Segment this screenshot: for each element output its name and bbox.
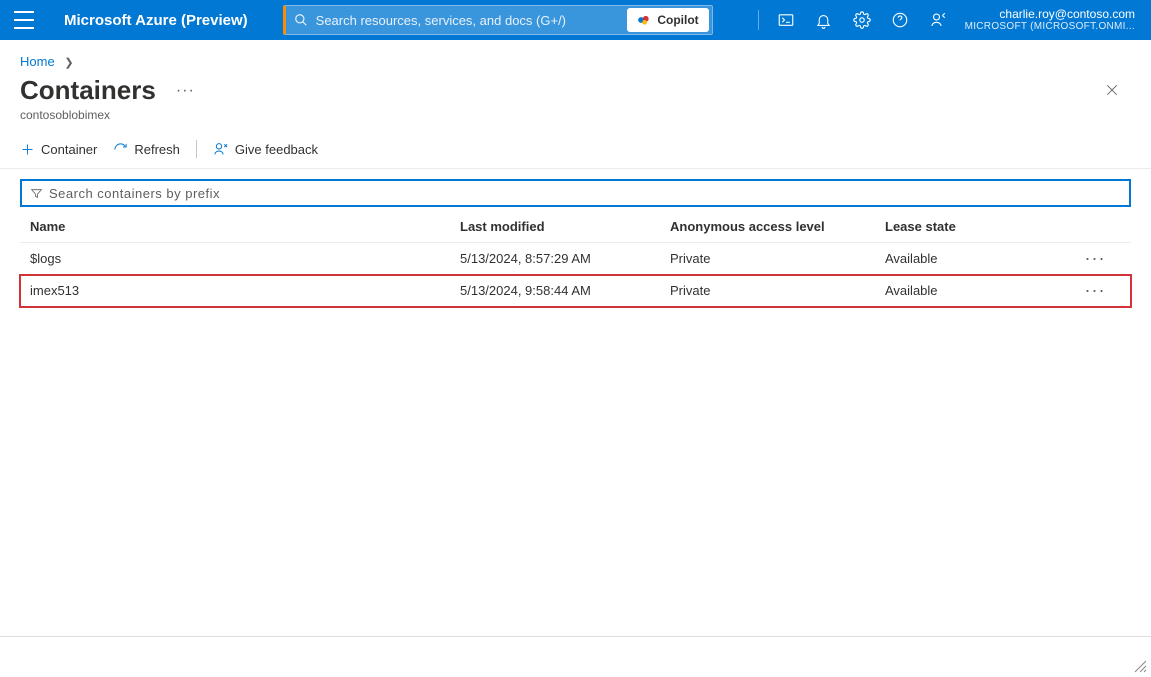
resize-handle-icon[interactable] (1133, 659, 1147, 673)
toolbar: Container Refresh Give feedback (0, 134, 1151, 169)
notifications-icon[interactable] (805, 0, 843, 40)
header-icons: charlie.roy@contoso.com MICROSOFT (MICRO… (750, 0, 1137, 40)
col-access[interactable]: Anonymous access level (670, 219, 885, 234)
breadcrumb: Home ❯ (0, 40, 1151, 75)
settings-icon[interactable] (843, 0, 881, 40)
feedback-icon[interactable] (919, 0, 957, 40)
give-feedback-label: Give feedback (235, 142, 318, 157)
breadcrumb-home[interactable]: Home (20, 54, 55, 69)
col-name[interactable]: Name (30, 219, 460, 234)
title-row: Containers ··· (0, 75, 1151, 106)
table-header: Name Last modified Anonymous access leve… (20, 211, 1131, 243)
table-row[interactable]: imex5135/13/2024, 9:58:44 AMPrivateAvail… (20, 275, 1131, 307)
give-feedback-button[interactable]: Give feedback (213, 141, 318, 157)
cell-last-modified: 5/13/2024, 8:57:29 AM (460, 251, 670, 266)
col-lease[interactable]: Lease state (885, 219, 1065, 234)
row-more-icon[interactable]: ··· (1065, 248, 1125, 269)
page-title: Containers (20, 75, 156, 106)
cell-lease: Available (885, 251, 1065, 266)
brand-label[interactable]: Microsoft Azure (Preview) (64, 12, 248, 29)
cell-lease: Available (885, 283, 1065, 298)
row-more-icon[interactable]: ··· (1065, 280, 1125, 301)
cell-last-modified: 5/13/2024, 9:58:44 AM (460, 283, 670, 298)
top-header: Microsoft Azure (Preview) Copilot charli… (0, 0, 1151, 40)
refresh-label: Refresh (134, 142, 180, 157)
copilot-button[interactable]: Copilot (627, 8, 708, 32)
global-search[interactable]: Copilot (283, 5, 713, 35)
user-email: charlie.roy@contoso.com (965, 7, 1135, 21)
bottom-divider (0, 636, 1151, 637)
new-container-button[interactable]: Container (20, 142, 97, 157)
refresh-button[interactable]: Refresh (113, 142, 180, 157)
cell-access: Private (670, 251, 885, 266)
search-input[interactable] (316, 6, 628, 34)
page-subtitle: contosoblobimex (0, 106, 1151, 134)
col-last-modified[interactable]: Last modified (460, 219, 670, 234)
cell-name: imex513 (30, 283, 460, 298)
user-org: MICROSOFT (MICROSOFT.ONMI... (965, 21, 1135, 33)
filter-containers[interactable] (20, 179, 1131, 207)
copilot-icon (637, 13, 651, 27)
close-icon[interactable] (1105, 81, 1119, 102)
new-container-label: Container (41, 142, 97, 157)
title-more-icon[interactable]: ··· (176, 82, 195, 100)
help-icon[interactable] (881, 0, 919, 40)
cell-access: Private (670, 283, 885, 298)
hamburger-menu-icon[interactable] (14, 11, 34, 29)
user-account[interactable]: charlie.roy@contoso.com MICROSOFT (MICRO… (965, 7, 1137, 33)
table-row[interactable]: $logs5/13/2024, 8:57:29 AMPrivateAvailab… (20, 243, 1131, 275)
filter-icon (30, 187, 43, 200)
cloud-shell-icon[interactable] (767, 0, 805, 40)
cell-name: $logs (30, 251, 460, 266)
filter-input[interactable] (49, 186, 1121, 201)
chevron-right-icon: ❯ (64, 57, 73, 69)
copilot-label: Copilot (657, 13, 698, 27)
search-icon (294, 13, 308, 27)
containers-table: Name Last modified Anonymous access leve… (20, 211, 1131, 307)
